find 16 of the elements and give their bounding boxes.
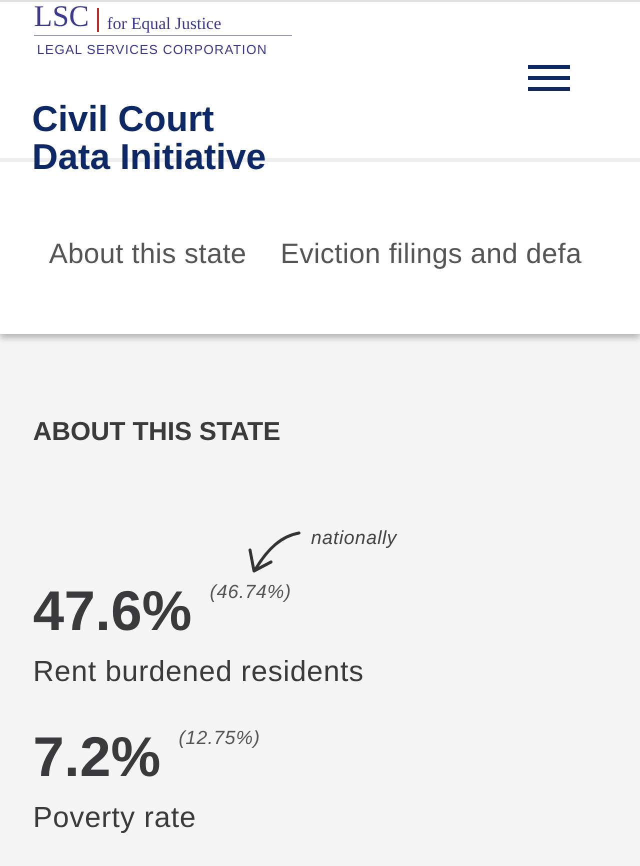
menu-icon[interactable] (528, 64, 570, 92)
logo-name: LEGAL SERVICES CORPORATION (36, 41, 268, 59)
stat-value: 7.2% (33, 728, 161, 784)
site-title[interactable]: Civil Court (32, 100, 266, 138)
logo-mark: LSC (34, 2, 90, 32)
stat-value: 47.6% (33, 583, 192, 639)
section-tab[interactable]: Eviction filings and defa (280, 233, 582, 275)
section-tab[interactable]: About this state (49, 233, 246, 275)
national-value: (12.75%) (178, 726, 260, 750)
stat-label: Rent burdened residents (33, 655, 365, 690)
stat-label: Poverty rate (33, 800, 198, 836)
annotation: nationally (311, 527, 397, 551)
national-value: (46.74%) (210, 581, 292, 605)
logo-tagline: for Equal Justice (107, 15, 222, 32)
section-heading: ABOUT THIS STATE (33, 415, 282, 448)
site-title[interactable]: Data Initiative (32, 138, 266, 176)
